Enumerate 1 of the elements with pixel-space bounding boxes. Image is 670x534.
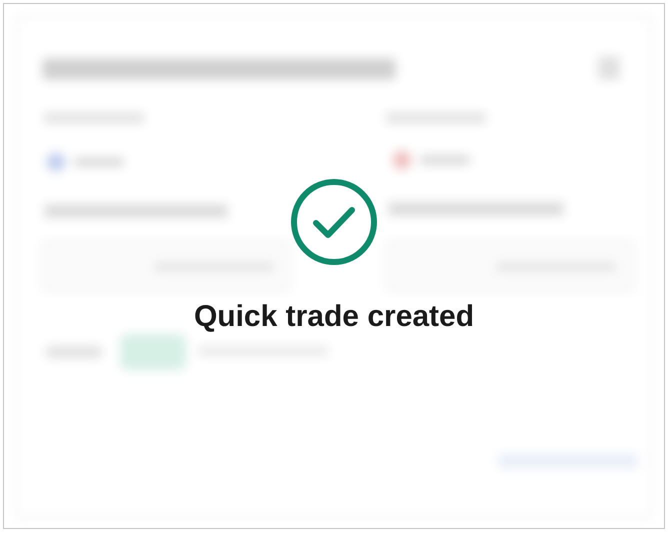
status-message: Quick trade created: [194, 300, 474, 334]
